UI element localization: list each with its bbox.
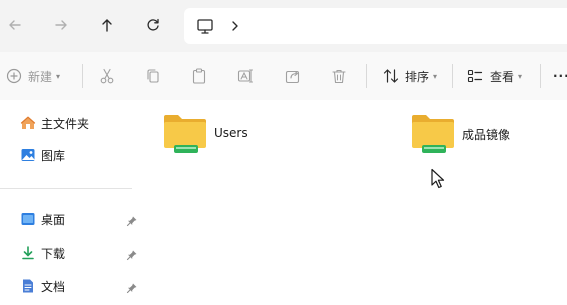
cut-button[interactable]	[98, 64, 116, 88]
view-label: 查看	[490, 69, 515, 84]
view-list-icon	[467, 69, 483, 83]
sidebar-divider	[0, 188, 132, 189]
toolbar-divider	[366, 64, 367, 88]
back-button[interactable]	[2, 12, 28, 38]
sidebar-item-label: 桌面	[41, 212, 66, 227]
new-label: 新建	[28, 69, 53, 84]
folder-item-images[interactable]: 成品镜像	[410, 112, 510, 154]
sidebar-item-gallery[interactable]: 图库	[20, 144, 142, 166]
address-bar[interactable]	[184, 8, 567, 44]
sidebar-item-desktop[interactable]: 桌面	[20, 208, 142, 230]
sidebar-item-downloads[interactable]: 下载	[20, 242, 142, 264]
sort-arrows-icon	[383, 69, 399, 83]
pin-icon[interactable]	[126, 212, 138, 231]
chevron-down-icon: ▾	[518, 71, 523, 81]
copy-icon	[147, 69, 159, 83]
toolbar-divider	[82, 64, 83, 88]
file-explorer-window: 新建 ▾ 排序 ▾ 查看 ▾ ·· 主文件夹 图库 桌面 下载 文档 Users…	[0, 0, 567, 305]
folder-name: Users	[214, 126, 248, 140]
desktop-icon	[20, 211, 36, 227]
breadcrumb-chevron-icon[interactable]	[228, 17, 242, 39]
navigation-bar	[0, 0, 567, 52]
share-button[interactable]	[284, 64, 302, 88]
file-list-area: Users 成品镜像	[142, 100, 567, 305]
sidebar-item-documents[interactable]: 文档	[20, 275, 142, 297]
scissors-icon	[100, 68, 114, 84]
folder-name: 成品镜像	[462, 128, 511, 142]
delete-button[interactable]	[330, 64, 348, 88]
folder-shared-icon	[164, 115, 206, 153]
chevron-down-icon: ▾	[56, 71, 61, 81]
up-button[interactable]	[94, 12, 120, 38]
folder-item-users[interactable]: Users	[162, 112, 248, 154]
more-options-button[interactable]: ···	[553, 64, 567, 88]
folder-shared-icon	[412, 115, 454, 153]
more-icon: ···	[553, 69, 567, 83]
sidebar-item-label: 图库	[41, 148, 66, 163]
rename-button[interactable]	[236, 64, 254, 88]
new-button[interactable]: 新建 ▾	[6, 64, 60, 88]
command-toolbar: 新建 ▾ 排序 ▾ 查看 ▾ ··	[0, 52, 567, 101]
sidebar-item-label: 主文件夹	[41, 116, 90, 131]
rename-icon	[237, 69, 254, 83]
forward-button[interactable]	[48, 12, 74, 38]
home-icon	[20, 115, 36, 131]
paste-button[interactable]	[190, 64, 208, 88]
download-icon	[20, 245, 36, 261]
view-button[interactable]: 查看 ▾	[466, 64, 522, 88]
mouse-cursor-icon	[431, 168, 445, 189]
sidebar-item-label: 下载	[41, 246, 66, 261]
documents-icon	[20, 278, 36, 294]
sort-label: 排序	[405, 69, 430, 84]
pin-icon[interactable]	[126, 246, 138, 265]
sidebar-item-label: 文档	[41, 279, 66, 294]
forward-arrow-icon	[55, 20, 67, 30]
gallery-icon	[20, 147, 36, 163]
sidebar-item-home[interactable]: 主文件夹	[20, 112, 142, 134]
toolbar-divider	[452, 64, 453, 88]
sort-button[interactable]: 排序 ▾	[382, 64, 437, 88]
navigation-pane: 主文件夹 图库 桌面 下载 文档	[0, 100, 142, 305]
this-pc-icon	[196, 17, 214, 39]
trash-icon	[332, 69, 346, 84]
refresh-icon	[147, 18, 159, 31]
clipboard-icon	[192, 68, 206, 84]
up-arrow-icon	[102, 19, 112, 32]
toolbar-divider	[540, 64, 541, 88]
pin-icon[interactable]	[126, 279, 138, 298]
chevron-down-icon: ▾	[433, 71, 438, 81]
plus-circle-icon	[6, 68, 22, 84]
share-icon	[285, 70, 300, 84]
copy-button[interactable]	[144, 64, 162, 88]
refresh-button[interactable]	[140, 12, 166, 38]
back-arrow-icon	[9, 20, 21, 30]
